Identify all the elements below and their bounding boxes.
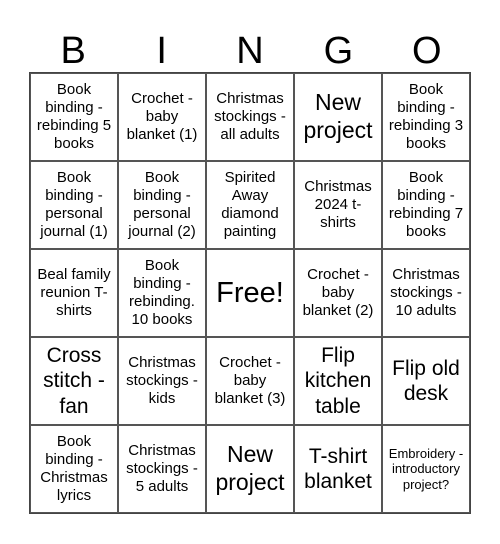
- header-letter-o: O: [412, 30, 442, 72]
- bingo-cell[interactable]: Cross stitch - fan: [30, 337, 118, 425]
- bingo-cell[interactable]: Book binding - Christmas lyrics: [30, 425, 118, 513]
- bingo-cell[interactable]: New project: [294, 73, 382, 161]
- bingo-cell[interactable]: Book binding - personal journal (2): [118, 161, 206, 249]
- bingo-cell[interactable]: Crochet - baby blanket (2): [294, 249, 382, 337]
- bingo-cell[interactable]: Book binding - rebinding 3 books: [382, 73, 470, 161]
- bingo-cell[interactable]: Book binding - personal journal (1): [30, 161, 118, 249]
- bingo-cell[interactable]: Christmas stockings - all adults: [206, 73, 294, 161]
- bingo-cell[interactable]: Christmas stockings - 10 adults: [382, 249, 470, 337]
- bingo-cell[interactable]: Crochet - baby blanket (3): [206, 337, 294, 425]
- bingo-cell[interactable]: Christmas 2024 t-shirts: [294, 161, 382, 249]
- header-letter-g: G: [323, 30, 354, 72]
- bingo-card: Book binding - rebinding 5 books Crochet…: [29, 72, 471, 514]
- bingo-cell[interactable]: Christmas stockings - 5 adults: [118, 425, 206, 513]
- header-letter-n: N: [236, 30, 264, 72]
- bingo-cell[interactable]: Christmas stockings - kids: [118, 337, 206, 425]
- bingo-cell[interactable]: Book binding - rebinding 7 books: [382, 161, 470, 249]
- bingo-header: B I N G O: [29, 30, 471, 72]
- bingo-cell[interactable]: T-shirt blanket: [294, 425, 382, 513]
- bingo-cell[interactable]: Flip kitchen table: [294, 337, 382, 425]
- header-letter-b: B: [60, 30, 86, 72]
- bingo-cell[interactable]: Flip old desk: [382, 337, 470, 425]
- bingo-cell[interactable]: Beal family reunion T-shirts: [30, 249, 118, 337]
- bingo-cell[interactable]: Crochet - baby blanket (1): [118, 73, 206, 161]
- bingo-cell[interactable]: Embroidery - introductory project?: [382, 425, 470, 513]
- bingo-cell[interactable]: Book binding - rebinding. 10 books: [118, 249, 206, 337]
- bingo-cell[interactable]: Spirited Away diamond painting: [206, 161, 294, 249]
- bingo-cell[interactable]: Book binding - rebinding 5 books: [30, 73, 118, 161]
- header-letter-i: I: [156, 30, 167, 72]
- free-space-cell[interactable]: Free!: [206, 249, 294, 337]
- bingo-cell[interactable]: New project: [206, 425, 294, 513]
